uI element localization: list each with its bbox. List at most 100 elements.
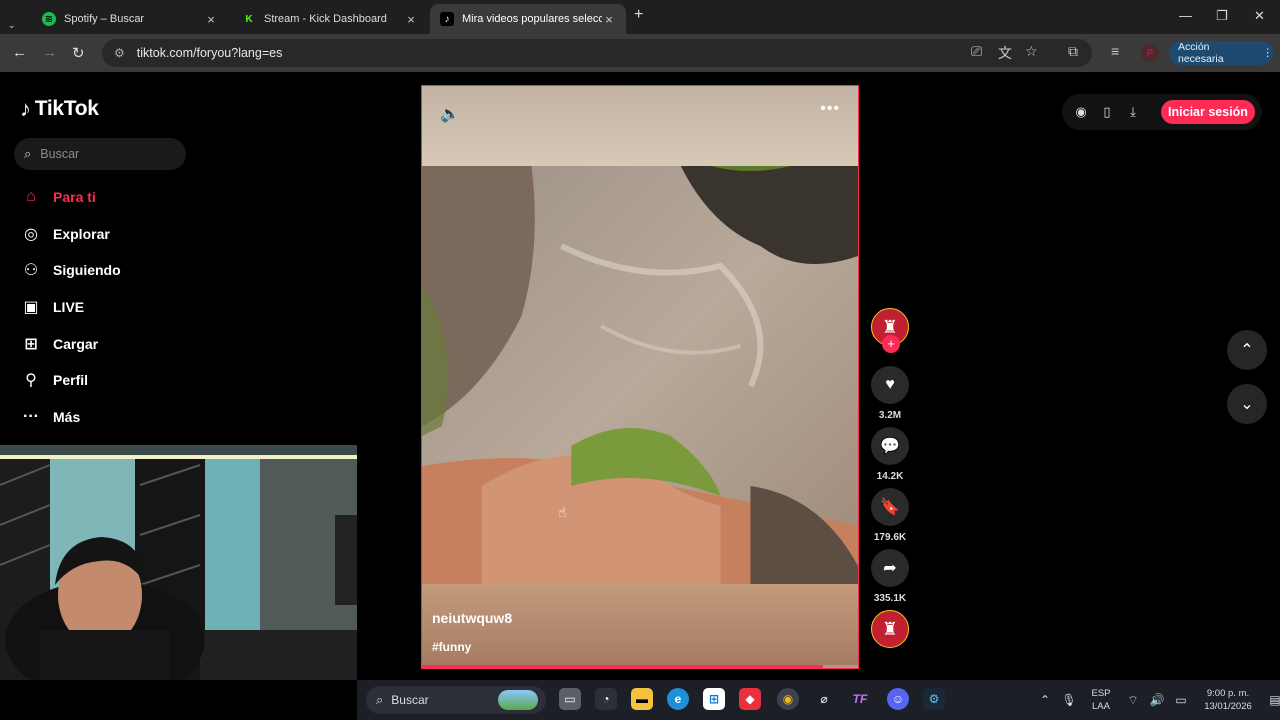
url-text: tiktok.com/foryou?lang=es — [136, 46, 283, 60]
nav-item-para-ti[interactable]: ⌂ Para ti — [20, 186, 96, 208]
more-options-icon[interactable]: ••• — [820, 100, 840, 118]
video-author[interactable]: neiutwquw8 — [432, 610, 512, 626]
app-tf-icon[interactable]: TF — [849, 688, 871, 710]
nav-item-mas[interactable]: ··· Más — [20, 406, 80, 428]
maximize-icon[interactable]: ❐ — [1216, 8, 1228, 24]
back-icon[interactable]: ← — [12, 44, 27, 61]
extensions-icon[interactable]: ⧉ — [1068, 43, 1078, 60]
address-bar[interactable]: ⚙ tiktok.com/foryou?lang=es — [102, 39, 1092, 67]
device-icon[interactable]: ▯ — [1094, 104, 1120, 120]
app-gear-icon[interactable]: ⌀ — [813, 688, 835, 710]
close-window-icon[interactable]: ✕ — [1254, 8, 1265, 24]
nav-label: LIVE — [53, 299, 85, 315]
nav-item-explorar[interactable]: ◎ Explorar — [20, 223, 110, 245]
store-icon[interactable]: ⊞ — [703, 688, 725, 710]
sound-avatar[interactable]: ♜ — [871, 610, 909, 648]
forward-icon[interactable]: → — [42, 44, 57, 61]
tab-kick[interactable]: K Stream - Kick Dashboard × — [232, 4, 428, 34]
taskbar-search[interactable]: ⌕ Buscar — [366, 686, 546, 714]
volume-icon[interactable]: 🔈 — [440, 104, 460, 124]
taskbar-search-placeholder: Buscar — [391, 693, 429, 707]
nav-label: Siguiendo — [53, 262, 121, 278]
install-app-icon[interactable]: ⎚ — [971, 43, 982, 60]
action-needed-label: Acción necesaria — [1178, 41, 1224, 65]
tiktok-icon: ♪ — [20, 96, 31, 121]
home-icon: ⌂ — [26, 188, 36, 205]
close-tab-icon[interactable]: × — [404, 12, 418, 27]
download-icon[interactable]: ⤓ — [1120, 104, 1146, 120]
discord-icon[interactable]: ☺ — [887, 688, 909, 710]
system-tray: ⌃ 🎙 ESP LAA ⌔ 🔊 ▭ 9:00 p. m. 13/01/2026 … — [1033, 680, 1280, 720]
next-video-button[interactable]: ⌄ — [1227, 384, 1267, 424]
more-icon: ··· — [23, 408, 39, 425]
tab-spotify[interactable]: ≋ Spotify – Buscar × — [32, 4, 228, 34]
new-tab-icon[interactable]: + — [634, 6, 643, 24]
comment-button[interactable]: 💬 — [871, 427, 909, 465]
widgets-icon[interactable]: ◔ — [595, 688, 617, 710]
minimize-icon[interactable]: — — [1179, 8, 1192, 23]
comment-count: 14.2K — [876, 471, 904, 482]
battery-icon[interactable]: ▭ — [1169, 693, 1193, 707]
app-red-icon[interactable]: ◆ — [739, 688, 761, 710]
video-progress-bar[interactable] — [422, 665, 858, 668]
profile-initial: P — [1146, 48, 1153, 58]
video-frame — [422, 166, 858, 586]
reload-icon[interactable]: ↻ — [72, 44, 85, 62]
close-tab-icon[interactable]: × — [204, 12, 218, 27]
search-icon: ⌕ — [376, 692, 384, 707]
nav-label: Más — [53, 409, 81, 425]
coin-icon[interactable]: ◉ — [1068, 104, 1094, 120]
volume-icon[interactable]: 🔊 — [1145, 693, 1169, 707]
tiktok-logo[interactable]: ♪ TikTok — [20, 96, 99, 122]
author-avatar[interactable]: ♜ + — [871, 308, 909, 353]
save-button[interactable]: 🔖 — [871, 488, 909, 526]
video-player[interactable]: 🔈 ••• neiutwquw8 #funny — [421, 85, 859, 669]
webcam-overlay — [0, 445, 357, 680]
save-count: 179.6K — [873, 532, 907, 543]
clock-time: 9:00 p. m. — [1206, 688, 1250, 699]
nav-item-perfil[interactable]: ⚲ Perfil — [20, 369, 88, 391]
nav-item-live[interactable]: ▣ LIVE — [20, 296, 84, 318]
wifi-icon[interactable]: ⌔ — [1121, 693, 1145, 708]
search-input[interactable]: ⌕ Buscar — [14, 138, 186, 170]
site-info-icon[interactable]: ⚙ — [114, 46, 125, 60]
task-view-icon[interactable]: ▭ — [559, 688, 581, 710]
compass-icon: ◎ — [24, 226, 38, 243]
chevron-up-icon[interactable]: ⌃ — [1033, 693, 1057, 707]
nav-item-siguiendo[interactable]: ⚇ Siguiendo — [20, 259, 121, 281]
translate-icon[interactable]: 文 — [998, 43, 1012, 63]
nav-label: Para ti — [53, 189, 96, 205]
nav-item-cargar[interactable]: ⊞ Cargar — [20, 333, 98, 355]
top-right-controls: ◉ ▯ ⤓ Iniciar sesión — [1062, 94, 1262, 130]
follow-plus-icon[interactable]: + — [882, 335, 900, 353]
previous-video-button[interactable]: ⌃ — [1227, 330, 1267, 370]
nav-label: Perfil — [53, 372, 89, 388]
search-highlight-image — [498, 690, 538, 710]
hand-cursor-icon: ☝ — [558, 504, 567, 520]
share-button[interactable]: ➦ — [871, 549, 909, 587]
video-actions: ♜ + ♥ 3.2M 💬 14.2K 🔖 179.6K ➦ 335.1K ♜ — [871, 308, 911, 648]
language-indicator[interactable]: ESP LAA — [1081, 687, 1121, 713]
spotify-icon: ≋ — [42, 12, 56, 26]
browser-toolbar: ← → ↻ ⚙ tiktok.com/foryou?lang=es ⎚ 文 ☆ … — [0, 34, 1280, 72]
like-button[interactable]: ♥ — [871, 366, 909, 404]
notification-icon[interactable]: ▤ — [1263, 693, 1280, 707]
chrome-icon[interactable]: ◉ — [777, 688, 799, 710]
menu-dots-icon[interactable]: ⋮ — [1263, 47, 1274, 59]
taskbar-clock[interactable]: 9:00 p. m. 13/01/2026 — [1193, 687, 1263, 713]
video-progress-fill — [422, 665, 824, 668]
steam-icon[interactable]: ⚙ — [923, 688, 945, 710]
profile-avatar[interactable]: P — [1141, 44, 1159, 62]
tab-tiktok[interactable]: ♪ Mira videos populares seleccionados × — [430, 4, 626, 34]
action-needed-button[interactable]: Acción necesaria ⋮ — [1169, 41, 1273, 65]
close-tab-icon[interactable]: × — [602, 12, 616, 27]
login-button[interactable]: Iniciar sesión — [1161, 100, 1255, 124]
media-control-icon[interactable]: ≡ — [1111, 43, 1119, 59]
bookmark-icon: 🔖 — [880, 499, 900, 516]
edge-icon[interactable]: e — [667, 688, 689, 710]
file-explorer-icon[interactable]: ▬ — [631, 688, 653, 710]
bookmark-star-icon[interactable]: ☆ — [1025, 43, 1038, 60]
nav-label: Explorar — [53, 226, 110, 242]
video-hashtag[interactable]: #funny — [432, 640, 471, 654]
microphone-icon[interactable]: 🎙 — [1057, 693, 1081, 707]
